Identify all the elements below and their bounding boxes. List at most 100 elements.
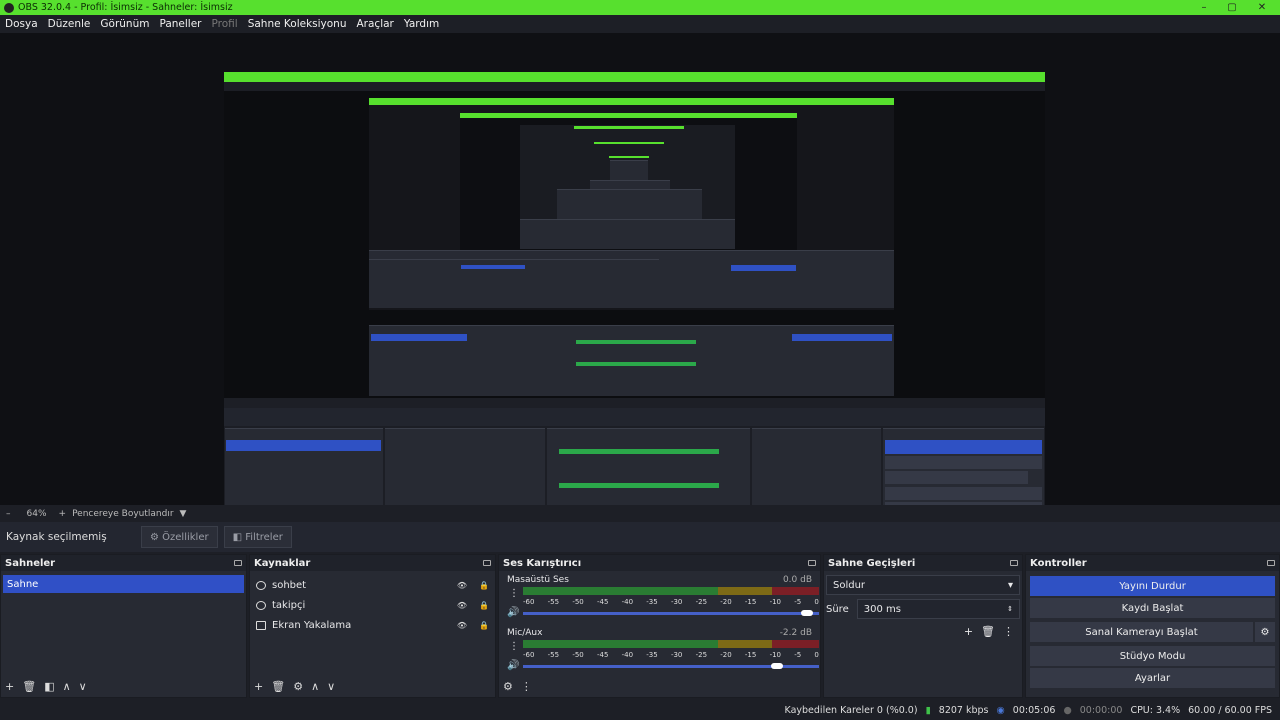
float-dock-icon[interactable] <box>1267 560 1275 566</box>
gear-icon[interactable]: ⚙ <box>1255 622 1275 642</box>
kebab-menu-icon[interactable]: ⋮ <box>521 680 532 693</box>
volume-slider-knob[interactable] <box>771 663 783 669</box>
float-dock-icon[interactable] <box>1010 560 1018 566</box>
lock-icon[interactable]: 🔒 <box>479 601 489 610</box>
channel-db: 0.0 dB <box>782 575 812 585</box>
spin-arrows-icon: ⇕ <box>1007 605 1013 613</box>
controls-dock-header: Kontroller <box>1026 555 1279 571</box>
preview-area[interactable] <box>0 33 1280 535</box>
add-source-icon[interactable]: + <box>254 680 263 693</box>
record-icon: ● <box>1063 704 1072 716</box>
add-scene-icon[interactable]: + <box>5 680 14 693</box>
signal-bars-icon: ▮ <box>925 704 931 716</box>
close-button[interactable]: ✕ <box>1247 0 1277 15</box>
source-name: Ekran Yakalama <box>272 619 352 631</box>
nested-titlebar-2 <box>369 98 894 105</box>
menu-tools[interactable]: Araçlar <box>352 18 399 30</box>
filter-icon: ◧ <box>232 531 246 543</box>
eye-icon[interactable]: 👁 <box>457 601 467 610</box>
channel-name: Mic/Aux <box>507 628 543 638</box>
source-name: sohbet <box>272 579 307 591</box>
zoom-in-button[interactable]: + <box>59 509 67 519</box>
fit-to-window-button[interactable]: Pencereye Boyutlandır <box>72 509 173 519</box>
chevron-down-icon[interactable]: ▼ <box>180 509 187 519</box>
sources-dock: Kaynaklar sohbet 👁 🔒 takipçi 👁 🔒 Ekran Yak… <box>249 554 496 698</box>
float-dock-icon[interactable] <box>808 560 816 566</box>
zoom-out-button[interactable]: – <box>6 509 11 519</box>
nested-btn-b <box>885 471 1028 484</box>
move-down-icon[interactable]: ∨ <box>327 680 335 693</box>
nested-zoombar <box>224 398 1045 408</box>
nested-stop-button <box>885 440 1042 454</box>
stop-streaming-button[interactable]: Yayını Durdur <box>1030 576 1275 596</box>
dropped-frames: Kaybedilen Kareler 0 (%0.0) <box>784 704 918 716</box>
menu-profile[interactable]: Profil <box>207 18 243 30</box>
lock-icon[interactable]: 🔒 <box>479 581 489 590</box>
chevron-down-icon: ▾ <box>1007 579 1013 591</box>
controls-title: Kontroller <box>1030 557 1087 569</box>
source-item[interactable]: sohbet 👁 🔒 <box>250 575 495 595</box>
transition-select[interactable]: Soldur ▾ <box>826 575 1020 595</box>
kebab-menu-icon[interactable]: ⋮ <box>1003 625 1014 638</box>
preview-canvas <box>224 72 1045 535</box>
menu-help[interactable]: Yardım <box>399 18 444 30</box>
remove-source-icon[interactable]: 🗑 <box>271 680 285 693</box>
properties-button[interactable]: ⚙ Özellikler <box>141 526 218 548</box>
start-virtual-camera-button[interactable]: Sanal Kamerayı Başlat <box>1030 622 1253 642</box>
eye-icon[interactable]: 👁 <box>457 621 467 630</box>
nested-blue-c <box>371 334 467 341</box>
menu-edit[interactable]: Düzenle <box>43 18 96 30</box>
nested-scene-selected <box>226 440 381 451</box>
move-up-icon[interactable]: ∧ <box>311 680 319 693</box>
menu-docks[interactable]: Paneller <box>154 18 206 30</box>
settings-button[interactable]: Ayarlar <box>1030 668 1275 688</box>
float-dock-icon[interactable] <box>234 560 242 566</box>
remove-scene-icon[interactable]: 🗑 <box>22 680 36 693</box>
filters-button[interactable]: ◧ Filtreler <box>223 526 292 548</box>
menu-file[interactable]: Dosya <box>0 18 43 30</box>
studio-mode-button[interactable]: Stüdyo Modu <box>1030 646 1275 666</box>
advanced-audio-icon[interactable]: ⚙ <box>503 680 513 693</box>
nested-blue-d <box>792 334 892 341</box>
no-source-selected-label: Kaynak seçilmemiş <box>6 531 107 543</box>
mixer-toolbar: ⚙ ⋮ <box>503 680 532 693</box>
add-transition-icon[interactable]: + <box>964 625 973 638</box>
gear-icon[interactable]: ⚙ <box>293 680 303 693</box>
source-toolbar: Kaynak seçilmemiş ⚙ Özellikler ◧ Filtrel… <box>0 522 1280 552</box>
source-item[interactable]: takipçi 👁 🔒 <box>250 595 495 615</box>
move-up-icon[interactable]: ∧ <box>63 680 71 693</box>
mixer-title: Ses Karıştırıcı <box>503 557 582 569</box>
speaker-icon[interactable]: 🔊 <box>507 660 519 671</box>
start-recording-button[interactable]: Kaydı Başlat <box>1030 598 1275 618</box>
kebab-menu-icon[interactable]: ⋮ <box>509 641 519 652</box>
source-item[interactable]: Ekran Yakalama 👁 🔒 <box>250 615 495 635</box>
volume-slider[interactable] <box>523 612 819 615</box>
eye-icon[interactable]: 👁 <box>457 581 467 590</box>
lock-icon[interactable]: 🔒 <box>479 621 489 630</box>
volume-slider-knob[interactable] <box>801 610 813 616</box>
float-dock-icon[interactable] <box>483 560 491 566</box>
cpu-usage: CPU: 3.4% <box>1130 704 1181 716</box>
nested-bar-b <box>594 142 664 144</box>
scene-item[interactable]: Sahne <box>3 575 244 593</box>
sources-toolbar: + 🗑 ⚙ ∧ ∨ <box>254 680 335 693</box>
scenes-dock-header: Sahneler <box>1 555 246 571</box>
properties-label: Özellikler <box>162 531 209 543</box>
minimize-button[interactable]: – <box>1189 0 1219 15</box>
kebab-menu-icon[interactable]: ⋮ <box>509 588 519 599</box>
filter-icon[interactable]: ◧ <box>44 680 54 693</box>
speaker-icon[interactable]: 🔊 <box>507 607 519 618</box>
nested-meter-a <box>576 340 696 344</box>
controls-dock: Kontroller Yayını Durdur Kaydı Başlat Sa… <box>1025 554 1280 698</box>
menu-view[interactable]: Görünüm <box>95 18 154 30</box>
meter-ticks: -60 -55 -50 -45 -40 -35 -30 -25 -20 -15 -10 -5 0 <box>523 598 819 606</box>
display-capture-icon <box>256 620 266 630</box>
duration-spinbox[interactable]: 300 ms ⇕ <box>856 599 1020 619</box>
nested-panel-a <box>610 160 648 180</box>
menu-scene-collection[interactable]: Sahne Koleksiyonu <box>243 18 352 30</box>
move-down-icon[interactable]: ∨ <box>79 680 87 693</box>
maximize-button[interactable]: ▢ <box>1217 0 1247 15</box>
nested-panel-d <box>520 219 735 249</box>
remove-transition-icon[interactable]: 🗑 <box>981 625 995 638</box>
nested-panel-c <box>557 189 702 219</box>
